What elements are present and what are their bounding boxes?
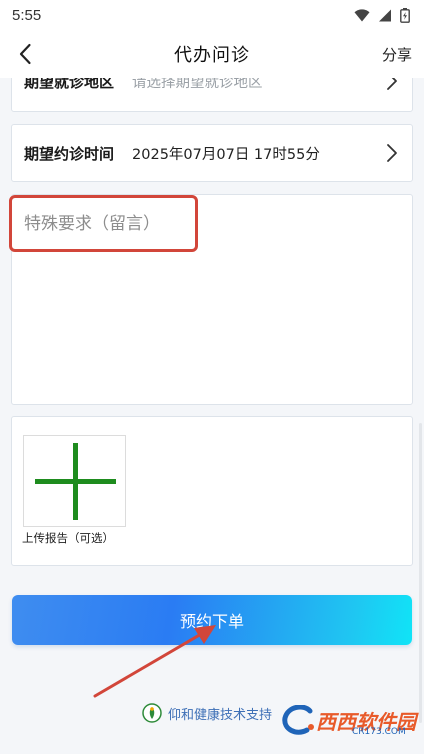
yanghe-logo-icon (142, 703, 162, 723)
status-icons (354, 7, 410, 23)
submit-label: 预约下单 (179, 612, 244, 631)
page-content: 期望就诊地区 请选择期望就诊地区 期望约诊时间 2025年07月07日 17时5… (0, 78, 424, 754)
watermark-domain: CR173.COM (352, 727, 406, 737)
back-chevron-icon[interactable] (14, 42, 38, 66)
chevron-right-icon[interactable] (384, 78, 400, 92)
signal-icon (379, 9, 391, 21)
battery-icon (400, 7, 410, 23)
watermark: 西西软件园 CR173.COM (282, 705, 416, 737)
chevron-right-icon[interactable] (384, 142, 400, 164)
upload-report-button[interactable] (23, 435, 126, 527)
footer-support: 仰和健康技术支持 (142, 703, 272, 723)
upload-caption: 上传报告（可选） (22, 531, 114, 545)
region-label: 期望就诊地区 (24, 78, 115, 91)
appointment-time-row[interactable]: 期望约诊时间 2025年07月07日 17时55分 (11, 124, 413, 182)
nav-bar: 代办问诊 分享 (0, 30, 424, 78)
wifi-icon (354, 8, 370, 21)
upload-card: 上传报告（可选） (11, 416, 413, 566)
support-text: 仰和健康技术支持 (168, 707, 273, 723)
appointment-time-label: 期望约诊时间 (24, 144, 115, 163)
status-bar: 5:55 (0, 0, 424, 30)
region-value: 请选择期望就诊地区 (132, 78, 263, 91)
scrollbar[interactable] (419, 423, 422, 723)
remark-input[interactable] (12, 195, 412, 404)
status-time: 5:55 (12, 6, 42, 24)
plus-icon (35, 443, 116, 520)
page-title: 代办问诊 (174, 45, 250, 66)
watermark-logo-icon (282, 705, 314, 735)
region-row[interactable]: 期望就诊地区 请选择期望就诊地区 (11, 78, 413, 112)
share-button[interactable]: 分享 (382, 44, 412, 65)
submit-order-button[interactable]: 预约下单 (12, 595, 412, 645)
appointment-time-value: 2025年07月07日 17时55分 (132, 146, 320, 163)
remark-card (11, 194, 413, 405)
